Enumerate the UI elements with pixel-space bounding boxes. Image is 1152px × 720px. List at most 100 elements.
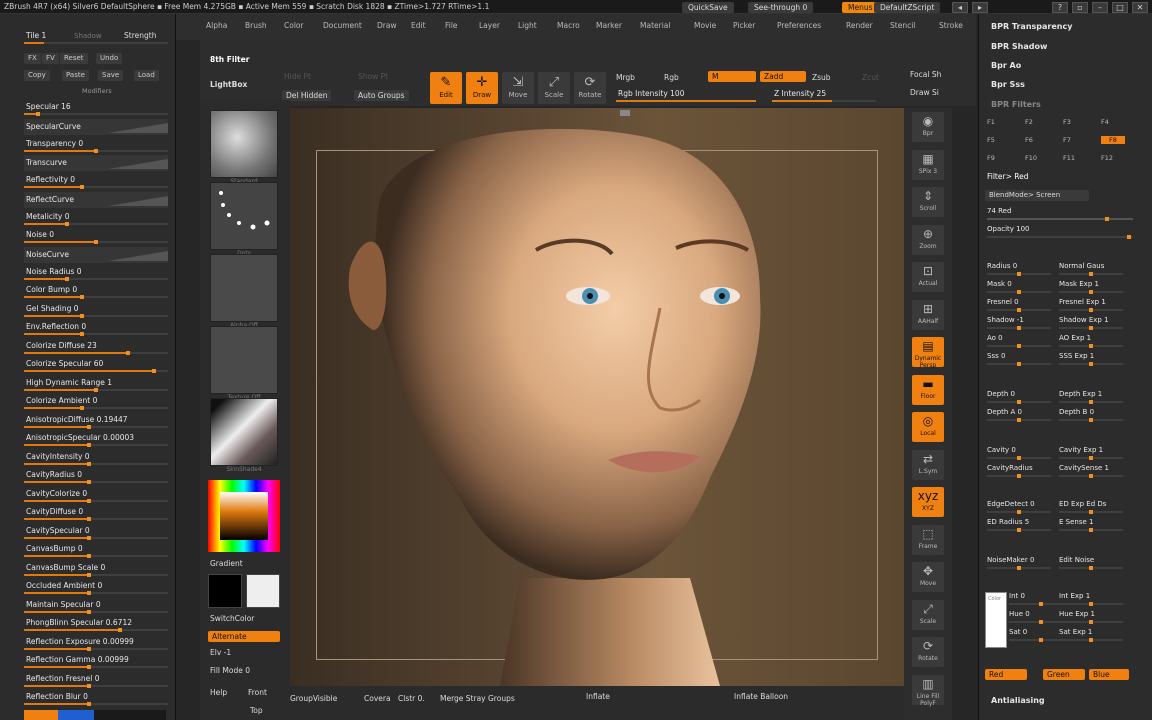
- menu-macro[interactable]: Macro: [557, 21, 580, 30]
- curve-editor[interactable]: Transcurve: [24, 155, 168, 171]
- slider-knob[interactable]: [79, 313, 84, 318]
- inflate-slider[interactable]: Inflate: [586, 692, 610, 701]
- slider-knob[interactable]: [1017, 308, 1021, 312]
- curve-editor[interactable]: ReflectCurve: [24, 191, 168, 208]
- show-pt-button[interactable]: Show Pt: [358, 72, 388, 81]
- menu-light[interactable]: Light: [518, 21, 537, 30]
- save-button[interactable]: Save: [98, 70, 124, 81]
- zsub-button[interactable]: Zsub: [812, 73, 831, 82]
- top-view-button[interactable]: Top: [250, 706, 263, 715]
- dock-rotate[interactable]: ⟳ Rotate: [912, 637, 944, 667]
- slider-knob[interactable]: [86, 665, 91, 669]
- slider-knob[interactable]: [1089, 362, 1093, 366]
- slider-knob[interactable]: [79, 406, 84, 410]
- menu-preferences[interactable]: Preferences: [777, 21, 821, 30]
- slider-knob[interactable]: [1089, 566, 1093, 570]
- filter-slot[interactable]: F9: [987, 154, 995, 162]
- gradient-label[interactable]: Gradient: [210, 559, 243, 568]
- modifier-slider[interactable]: Noise Radius 0: [24, 265, 168, 283]
- zcut-button[interactable]: Zcut: [862, 73, 879, 82]
- filter-slider[interactable]: CavityRadius: [987, 464, 1051, 480]
- red-slider[interactable]: 74 Red: [987, 207, 1133, 223]
- slider-knob[interactable]: [86, 646, 91, 651]
- filter-slot[interactable]: F11: [1063, 154, 1075, 162]
- slider-knob[interactable]: [118, 628, 123, 632]
- slider-knob[interactable]: [1039, 638, 1043, 642]
- mrgb-button[interactable]: Mrgb: [616, 73, 635, 82]
- z-intensity-slider[interactable]: Z Intensity 25: [772, 87, 876, 105]
- slider-knob[interactable]: [1089, 290, 1093, 294]
- main-color-swatch[interactable]: [208, 574, 242, 608]
- bpr-ao-header[interactable]: Bpr Ao: [991, 61, 1021, 70]
- filter-slider[interactable]: Shadow -1: [987, 316, 1051, 332]
- modifier-slider[interactable]: Color Bump 0: [24, 283, 168, 301]
- alternate-button[interactable]: Alternate: [208, 631, 280, 642]
- help-icon[interactable]: ?: [1052, 2, 1068, 13]
- modifier-slider[interactable]: PhongBlinn Specular 0.6712: [24, 616, 168, 634]
- filter-slot[interactable]: F8: [1101, 136, 1125, 144]
- slider-knob[interactable]: [1017, 344, 1021, 348]
- filter-slider[interactable]: AO Exp 1: [1059, 334, 1123, 350]
- filter-slider[interactable]: Depth A 0: [987, 408, 1051, 424]
- slider-knob[interactable]: [79, 185, 84, 189]
- help-button[interactable]: Help: [210, 688, 227, 697]
- slider-knob[interactable]: [125, 350, 130, 355]
- close-icon[interactable]: ✕: [1132, 2, 1148, 13]
- lightbox-button[interactable]: LightBox: [210, 80, 247, 89]
- menu-render[interactable]: Render: [846, 21, 873, 30]
- fill-mode-slider[interactable]: Fill Mode 0: [210, 666, 250, 675]
- modifier-slider[interactable]: Reflection Blur 0: [24, 690, 168, 708]
- filter-slot[interactable]: F2: [1025, 118, 1033, 126]
- menu-brush[interactable]: Brush: [245, 21, 267, 30]
- menu-edit[interactable]: Edit: [411, 21, 426, 30]
- menu-color[interactable]: Color: [284, 21, 304, 30]
- slider-knob[interactable]: [1017, 528, 1021, 532]
- dock-bpr[interactable]: ◉ Bpr: [912, 112, 944, 142]
- draw-button[interactable]: ✛ Draw: [466, 72, 498, 104]
- slider-knob[interactable]: [1017, 456, 1021, 460]
- modifier-slider[interactable]: Occluded Ambient 0: [24, 579, 168, 597]
- restore-icon[interactable]: ▫: [1072, 2, 1088, 13]
- modifier-slider[interactable]: Noise 0: [24, 228, 168, 246]
- blend-mode-button[interactable]: BlendMode> Screen: [985, 190, 1089, 201]
- filter-slider[interactable]: Mask 0: [987, 280, 1051, 296]
- modifier-slider[interactable]: Reflection Fresnel 0: [24, 672, 168, 690]
- bpr-filters-header[interactable]: BPR Filters: [991, 100, 1041, 109]
- slider-knob[interactable]: [1089, 344, 1093, 348]
- modifier-slider[interactable]: CavityIntensity 0: [24, 450, 168, 468]
- canvas-scroll-handle[interactable]: [620, 110, 630, 116]
- secondary-color-swatch[interactable]: [246, 574, 280, 608]
- menu-stencil[interactable]: Stencil: [890, 21, 915, 30]
- curve-editor[interactable]: SpecularCurve: [24, 118, 168, 135]
- green-channel-button[interactable]: Green: [1043, 669, 1085, 680]
- dock-dynamic-persp[interactable]: ▤ Dynamic Persp: [912, 337, 944, 369]
- modifier-slider[interactable]: Metalicity 0: [24, 210, 168, 228]
- modifier-slider[interactable]: Specular 16: [24, 100, 168, 118]
- slider-knob[interactable]: [86, 572, 91, 577]
- slider-knob[interactable]: [1017, 400, 1021, 404]
- menu-file[interactable]: File: [445, 21, 458, 30]
- slider-knob[interactable]: [1089, 400, 1093, 404]
- slider-knob[interactable]: [86, 702, 91, 706]
- fv-button[interactable]: FV: [42, 53, 59, 64]
- slider-knob[interactable]: [1089, 272, 1093, 276]
- filter-slider[interactable]: Shadow Exp 1: [1059, 316, 1123, 332]
- filter-slider[interactable]: EdgeDetect 0: [987, 500, 1051, 516]
- filter-slider[interactable]: NoiseMaker 0: [987, 556, 1051, 572]
- slider-knob[interactable]: [1017, 510, 1021, 514]
- modifier-slider[interactable]: CavityColorize 0: [24, 487, 168, 505]
- draw-size-slider[interactable]: Draw Si: [910, 88, 939, 97]
- minimize-icon[interactable]: –: [1092, 2, 1108, 13]
- quicksave-button[interactable]: QuickSave: [682, 2, 734, 13]
- slider-knob[interactable]: [86, 683, 91, 688]
- elv-slider[interactable]: Elv -1: [210, 648, 231, 657]
- layout-right-icon[interactable]: ▸: [972, 2, 988, 13]
- filter-slider[interactable]: Cavity Exp 1: [1059, 446, 1123, 462]
- dock-frame[interactable]: ⬚ Frame: [912, 524, 944, 555]
- filter-slot[interactable]: F12: [1101, 154, 1113, 162]
- scale-button[interactable]: ⤢ Scale: [538, 72, 570, 104]
- filter-slot[interactable]: F5: [987, 136, 995, 144]
- slider-knob[interactable]: [86, 461, 91, 466]
- modifier-slider[interactable]: Colorize Ambient 0: [24, 394, 168, 412]
- rgb-button[interactable]: Rgb: [664, 73, 679, 82]
